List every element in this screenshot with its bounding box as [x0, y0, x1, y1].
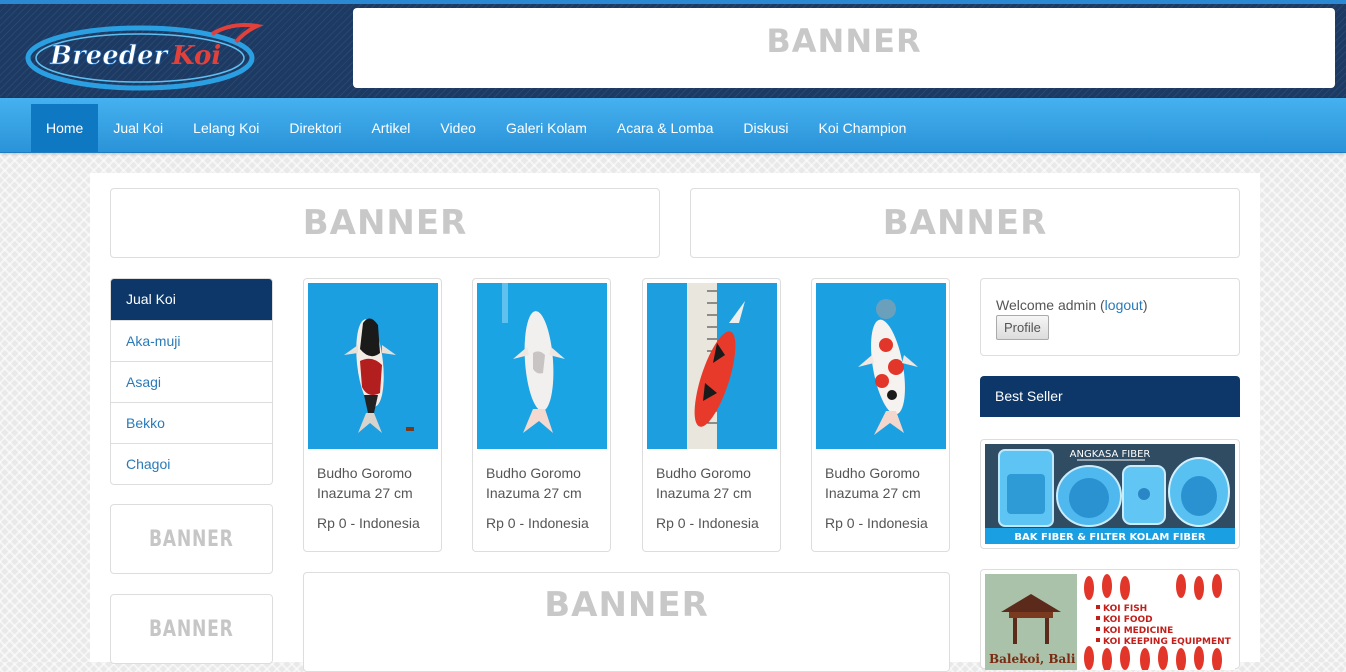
banner-right[interactable]: BANNER: [690, 188, 1240, 258]
product-price: Rp 0 - Indonesia: [486, 515, 589, 531]
nav-item-home[interactable]: Home: [31, 104, 99, 152]
product-image[interactable]: [816, 283, 946, 449]
koi-photo: [647, 283, 777, 449]
product-name[interactable]: Budho Goromo Inazuma 27 cm: [656, 463, 774, 503]
category-item-asagi[interactable]: Asagi: [111, 361, 272, 402]
category-item-aka-muji[interactable]: Aka-muji: [111, 320, 272, 361]
best-seller-heading: Best Seller: [980, 376, 1240, 417]
nav-item-direktori[interactable]: Direktori: [274, 104, 356, 152]
welcome-message: Welcome admin (logout): [996, 297, 1148, 313]
product-image[interactable]: [647, 283, 777, 449]
svg-text:Breeder: Breeder: [49, 41, 169, 71]
welcome-suffix: ): [1142, 297, 1148, 313]
banner-left[interactable]: BANNER: [110, 188, 660, 258]
logout-link[interactable]: logout: [1105, 297, 1143, 313]
product-price: Rp 0 - Indonesia: [656, 515, 759, 531]
ad-line: KOI KEEPING EQUIPMENT: [1103, 637, 1232, 647]
ad-line: KOI FOOD: [1103, 615, 1153, 625]
ad-line: KOI MEDICINE: [1103, 626, 1173, 636]
product-price: Rp 0 - Indonesia: [825, 515, 928, 531]
welcome-prefix: Welcome admin (: [996, 297, 1105, 313]
site-header: Breeder Koi BANNER: [0, 0, 1346, 98]
ad-image[interactable]: BAK FIBER & FILTER KOLAM FIBER ANGKASA F…: [985, 444, 1235, 544]
ad-brand: Balekoi, Bali: [989, 652, 1076, 666]
product-name[interactable]: Budho Goromo Inazuma 27 cm: [317, 463, 435, 503]
product-name[interactable]: Budho Goromo Inazuma 27 cm: [486, 463, 604, 503]
product-card[interactable]: Budho Goromo Inazuma 27 cm Rp 0 - Indone…: [303, 278, 442, 552]
profile-button[interactable]: Profile: [996, 315, 1049, 340]
nav-item-lelang-koi[interactable]: Lelang Koi: [178, 104, 274, 152]
category-item-bekko[interactable]: Bekko: [111, 402, 272, 443]
nav-item-diskusi[interactable]: Diskusi: [728, 104, 803, 152]
nav-item-video[interactable]: Video: [425, 104, 491, 152]
main-content: BANNER BANNER Jual Koi Aka-muji Asagi Be…: [90, 173, 1260, 672]
category-heading[interactable]: Jual Koi: [111, 279, 272, 320]
product-price: Rp 0 - Indonesia: [317, 515, 420, 531]
banner-text: BANNER: [149, 616, 234, 642]
side-banner-1[interactable]: BANNER: [110, 504, 273, 574]
product-card[interactable]: Budho Goromo Inazuma 27 cm Rp 0 - Indone…: [472, 278, 611, 552]
side-banner-2[interactable]: BANNER: [110, 594, 273, 664]
ad-title: ANGKASA FIBER: [1070, 449, 1151, 460]
nav-list: Home Jual Koi Lelang Koi Direktori Artik…: [31, 104, 921, 152]
banner-text: BANNER: [766, 22, 922, 60]
product-card[interactable]: Budho Goromo Inazuma 27 cm Rp 0 - Indone…: [811, 278, 950, 552]
banner-text: BANNER: [149, 526, 234, 552]
product-image[interactable]: [477, 283, 607, 449]
banner-text: BANNER: [882, 203, 1048, 243]
ad-balekoi[interactable]: Balekoi, Bali KOI FISH KOI FOOD KOI MEDI…: [980, 569, 1240, 670]
main-navbar: Home Jual Koi Lelang Koi Direktori Artik…: [0, 98, 1346, 153]
banner-bottom[interactable]: BANNER: [303, 572, 950, 672]
svg-text:Koi: Koi: [171, 41, 221, 71]
nav-item-galeri-kolam[interactable]: Galeri Kolam: [491, 104, 602, 152]
ad-caption: BAK FIBER & FILTER KOLAM FIBER: [1014, 532, 1205, 543]
nav-item-artikel[interactable]: Artikel: [356, 104, 425, 152]
koi-photo: [816, 283, 946, 449]
nav-item-jual-koi[interactable]: Jual Koi: [98, 104, 178, 152]
product-card[interactable]: Budho Goromo Inazuma 27 cm Rp 0 - Indone…: [642, 278, 781, 552]
category-menu: Jual Koi Aka-muji Asagi Bekko Chagoi: [110, 278, 273, 485]
top-banner[interactable]: BANNER: [353, 8, 1335, 88]
koi-photo: [308, 283, 438, 449]
ad-image[interactable]: Balekoi, Bali KOI FISH KOI FOOD KOI MEDI…: [985, 574, 1235, 670]
fiber-tanks-image: BAK FIBER & FILTER KOLAM FIBER ANGKASA F…: [985, 444, 1235, 544]
user-panel: Welcome admin (logout) Profile: [980, 278, 1240, 356]
banner-text: BANNER: [544, 585, 709, 625]
product-name[interactable]: Budho Goromo Inazuma 27 cm: [825, 463, 943, 503]
ad-line: KOI FISH: [1103, 604, 1147, 614]
banner-text: BANNER: [302, 203, 468, 243]
koi-photo: [477, 283, 607, 449]
category-item-chagoi[interactable]: Chagoi: [111, 443, 272, 484]
nav-item-koi-champion[interactable]: Koi Champion: [803, 104, 921, 152]
ad-angkasa-fiber[interactable]: BAK FIBER & FILTER KOLAM FIBER ANGKASA F…: [980, 439, 1240, 549]
product-image[interactable]: [308, 283, 438, 449]
breeder-koi-logo[interactable]: Breeder Koi: [22, 12, 272, 92]
nav-item-acara-lomba[interactable]: Acara & Lomba: [602, 104, 729, 152]
balekoi-image: Balekoi, Bali KOI FISH KOI FOOD KOI MEDI…: [985, 574, 1235, 670]
